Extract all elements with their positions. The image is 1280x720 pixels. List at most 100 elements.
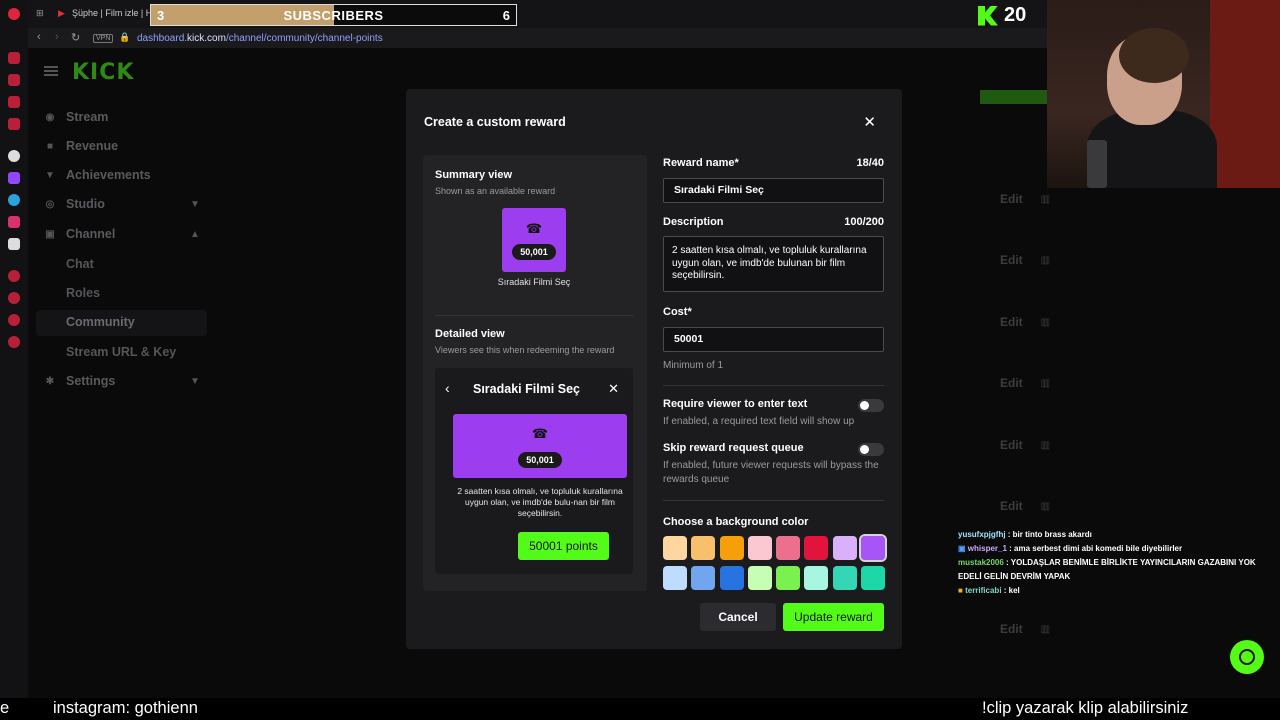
cost-input[interactable]: 50001: [663, 327, 884, 352]
sidebar-item-roles[interactable]: Roles: [66, 286, 100, 300]
sidebar-app-icon[interactable]: [8, 74, 20, 86]
color-swatch[interactable]: [747, 566, 772, 590]
sidebar-item-stream[interactable]: ◉ Stream: [44, 110, 109, 124]
edit-button[interactable]: Edit: [1000, 315, 1023, 329]
color-swatch-grid: [663, 534, 888, 590]
update-reward-button[interactable]: Update reward: [783, 603, 884, 631]
color-swatch[interactable]: [719, 536, 744, 560]
trash-icon[interactable]: ▥: [1041, 440, 1050, 451]
screen: { "browser": { "tab_title": "Şüphe | Fil…: [0, 0, 1280, 720]
color-swatch[interactable]: [859, 534, 888, 562]
instagram-icon[interactable]: [8, 216, 20, 228]
chevron-down-icon[interactable]: ▼: [190, 376, 200, 387]
kick-count: 20: [1004, 4, 1027, 26]
color-swatch[interactable]: [747, 536, 772, 560]
clip-command-text: !clip yazarak klip alabilirsiniz: [982, 699, 1189, 717]
sidebar-app-icon[interactable]: [8, 314, 20, 326]
reward-name-input[interactable]: Sıradaki Filmi Seç: [663, 178, 884, 203]
trash-icon[interactable]: ▥: [1041, 317, 1050, 328]
edit-button[interactable]: Edit: [1000, 192, 1023, 206]
sidebar-app-icon[interactable]: [8, 52, 20, 64]
chatgpt-icon[interactable]: [8, 150, 20, 162]
chat-message: mustak2006 : YOLDAŞLAR BENİMLE BİRLİKTE …: [958, 556, 1268, 584]
color-swatch[interactable]: [804, 566, 829, 590]
sidebar-item-settings[interactable]: ✱ Settings: [44, 374, 116, 388]
chevron-down-icon[interactable]: ▼: [190, 199, 200, 210]
browser-tab-title[interactable]: Şüphe | Film izle | H: [72, 8, 152, 18]
chevron-up-icon[interactable]: ▲: [190, 229, 200, 240]
color-swatch[interactable]: [691, 566, 716, 590]
color-swatch[interactable]: [663, 536, 687, 560]
telegram-icon[interactable]: [8, 194, 20, 206]
back-icon[interactable]: ‹: [37, 31, 41, 43]
reload-icon[interactable]: ↻: [71, 31, 80, 44]
trash-icon[interactable]: ▥: [1041, 501, 1050, 512]
color-swatch[interactable]: [861, 566, 886, 590]
sidebar-app-icon[interactable]: [8, 96, 20, 108]
sidebar-item-achievements[interactable]: ▼ Achievements: [44, 168, 151, 182]
sidebar-item-channel[interactable]: ▣ Channel: [44, 227, 115, 241]
edit-button[interactable]: Edit: [1000, 253, 1023, 267]
trash-icon[interactable]: ▥: [1041, 378, 1050, 389]
cancel-button[interactable]: Cancel: [700, 603, 776, 631]
reward-row-actions: Edit ▥: [1000, 253, 1050, 267]
color-swatch[interactable]: [776, 566, 801, 590]
subscribers-goal-bar: 3 SUBSCRIBERS 6: [150, 4, 517, 26]
stream-icon: ◉: [45, 111, 55, 123]
edit-button[interactable]: Edit: [1000, 499, 1023, 513]
redeem-points-button[interactable]: 50001 points: [518, 532, 609, 560]
sidebar-item-stream-url[interactable]: Stream URL & Key: [66, 345, 176, 359]
color-swatch[interactable]: [832, 536, 857, 560]
color-swatch[interactable]: [663, 566, 687, 590]
sidebar-item-label: Revenue: [66, 139, 119, 153]
detailed-view-subtitle: Viewers see this when redeeming the rewa…: [435, 345, 615, 355]
chat-text: : kel: [1001, 586, 1020, 595]
sidebar-item-label: Studio: [66, 197, 105, 211]
sidebar-app-icon[interactable]: [8, 270, 20, 282]
x-icon[interactable]: [8, 238, 20, 250]
color-swatch[interactable]: [776, 536, 801, 560]
trash-icon[interactable]: ▥: [1041, 624, 1050, 635]
summary-view-title: Summary view: [435, 169, 513, 181]
skip-queue-toggle[interactable]: [858, 443, 884, 456]
edit-button[interactable]: Edit: [1000, 622, 1023, 636]
gift-icon: ■: [958, 586, 963, 595]
require-text-toggle[interactable]: [858, 399, 884, 412]
trash-icon[interactable]: ▥: [1041, 255, 1050, 266]
color-swatch[interactable]: [691, 536, 716, 560]
background-button[interactable]: [980, 90, 1048, 104]
reward-preview-panel: Summary view Shown as an available rewar…: [423, 155, 647, 591]
twitch-icon[interactable]: [8, 172, 20, 184]
forward-icon[interactable]: ›: [55, 31, 59, 43]
color-swatch[interactable]: [804, 536, 829, 560]
sidebar-item-community[interactable]: Community: [66, 315, 135, 329]
color-swatch[interactable]: [832, 566, 857, 590]
description-textarea[interactable]: 2 saatten kısa olmalı, ve topluluk kural…: [663, 236, 884, 292]
tab-switcher-icon[interactable]: ⊞: [36, 8, 44, 19]
divider: [663, 500, 884, 501]
detailed-view-card: ‹ Sıradaki Filmi Seç ✕ ☎ 50,001 2 saatte…: [435, 368, 633, 574]
chevron-left-icon[interactable]: ‹: [445, 380, 450, 396]
support-chat-button[interactable]: [1230, 640, 1264, 674]
edit-button[interactable]: Edit: [1000, 438, 1023, 452]
kick-logo[interactable]: KICK: [72, 60, 134, 85]
opera-icon[interactable]: [8, 8, 20, 20]
vpn-badge[interactable]: VPN: [93, 34, 114, 43]
subscribers-goal: 6: [502, 8, 510, 23]
close-icon[interactable]: ✕: [608, 381, 619, 397]
color-swatch[interactable]: [719, 566, 744, 590]
edit-button[interactable]: Edit: [1000, 376, 1023, 390]
clock-icon[interactable]: [8, 292, 20, 304]
settings-icon[interactable]: [8, 336, 20, 348]
trophy-icon: ▼: [45, 169, 55, 181]
sidebar-item-revenue[interactable]: ■ Revenue: [44, 139, 118, 153]
sidebar-item-studio[interactable]: ◎ Studio: [44, 197, 105, 211]
menu-icon[interactable]: [44, 66, 58, 76]
cost-label: Cost*: [663, 306, 692, 318]
trash-icon[interactable]: ▥: [1041, 194, 1050, 205]
url-text[interactable]: dashboard.kick.com/channel/community/cha…: [137, 33, 383, 44]
sidebar-app-icon[interactable]: [8, 118, 20, 130]
close-icon[interactable]: ✕: [863, 113, 876, 131]
custom-reward-modal: Create a custom reward ✕ Summary view Sh…: [406, 89, 902, 649]
sidebar-item-chat[interactable]: Chat: [66, 257, 94, 271]
